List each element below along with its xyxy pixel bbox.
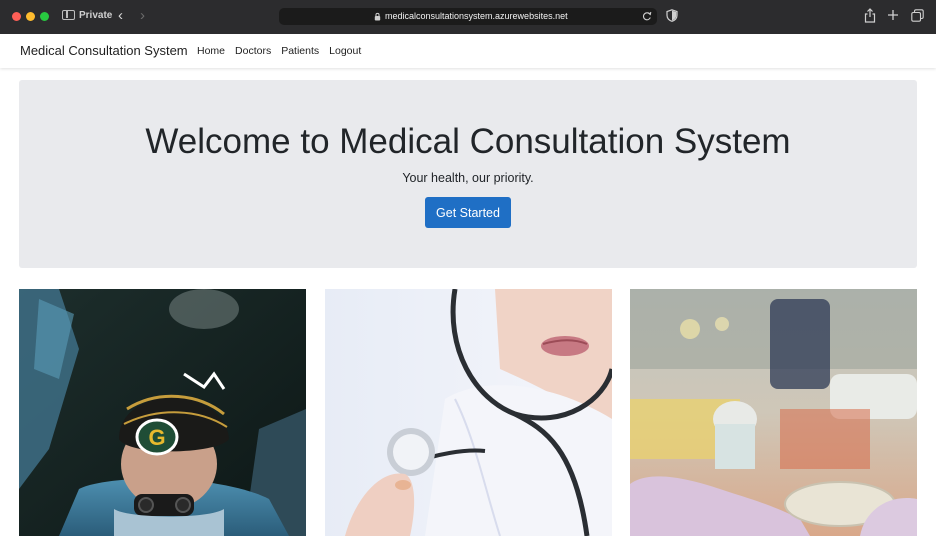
nav-links: Home Doctors Patients Logout (197, 45, 361, 58)
nav-link-home[interactable]: Home (197, 45, 225, 58)
zoom-window-button[interactable] (40, 12, 49, 21)
site-navbar: Medical Consultation System Home Doctors… (0, 34, 936, 68)
page-viewport: Medical Consultation System Home Doctors… (0, 34, 936, 536)
forward-arrow-icon[interactable]: › (140, 7, 145, 25)
lock-icon (374, 12, 381, 21)
minimize-window-button[interactable] (26, 12, 35, 21)
address-bar[interactable]: medicalconsultationsystem.azurewebsites.… (279, 8, 657, 25)
url-text: medicalconsultationsystem.azurewebsites.… (385, 11, 568, 21)
doctor-stethoscope-photo (325, 289, 612, 536)
new-tab-plus-icon[interactable] (887, 9, 899, 21)
nav-link-doctors[interactable]: Doctors (235, 45, 271, 58)
share-icon[interactable] (864, 8, 876, 23)
back-arrow-icon[interactable]: ‹ (118, 7, 123, 25)
private-mode-label: Private (79, 10, 113, 21)
surgeon-photo: G (19, 289, 306, 536)
privacy-shield-icon[interactable] (666, 9, 678, 22)
hero-subtitle: Your health, our priority. (402, 171, 534, 185)
lab-gloves-photo (630, 289, 917, 536)
nav-link-patients[interactable]: Patients (281, 45, 319, 58)
reload-icon[interactable] (641, 10, 653, 22)
browser-toolbar: Private ‹ › medicalconsultationsystem.az… (0, 0, 936, 35)
svg-text:G: G (148, 425, 165, 450)
nav-link-logout[interactable]: Logout (329, 45, 361, 58)
get-started-button[interactable]: Get Started (425, 197, 511, 228)
hero-title: Welcome to Medical Consultation System (145, 122, 791, 161)
hero-jumbotron: Welcome to Medical Consultation System Y… (19, 80, 917, 268)
sidebar-toggle-icon[interactable] (62, 10, 75, 20)
site-brand-link[interactable]: Medical Consultation System (20, 43, 188, 59)
close-window-button[interactable] (12, 12, 21, 21)
tab-overview-icon[interactable] (911, 9, 924, 22)
